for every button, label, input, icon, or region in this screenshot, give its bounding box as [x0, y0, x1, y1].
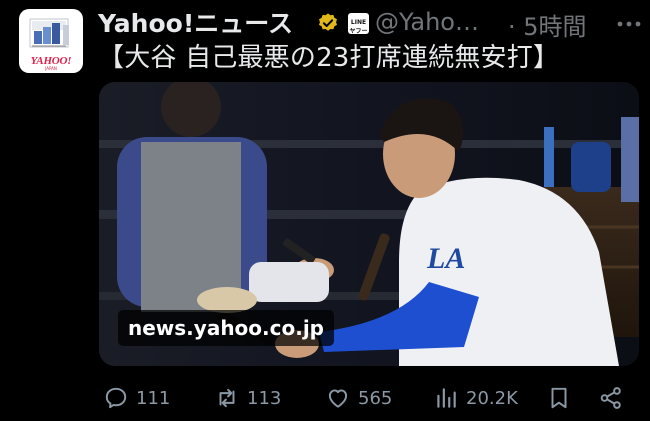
tweet-header: Yahoo!ニュース LINEヤフー @Yaho… · 5時間	[98, 4, 641, 41]
bookmark-button[interactable]	[546, 380, 579, 416]
views-button[interactable]: 20.2K	[433, 380, 518, 416]
affiliate-badge-text: LINEヤフー	[349, 19, 368, 35]
affiliate-badge[interactable]: LINEヤフー	[348, 13, 369, 35]
avatar[interactable]: YAHOO! JAPAN	[19, 9, 83, 73]
svg-text:LA: LA	[426, 242, 465, 275]
retweet-icon	[219, 388, 235, 408]
retweet-button[interactable]: 113	[214, 380, 281, 416]
reply-button[interactable]: 111	[103, 380, 170, 416]
account-handle[interactable]: @Yaho…	[375, 8, 479, 36]
heart-icon	[328, 389, 348, 408]
share-button[interactable]	[598, 380, 624, 416]
verified-badge-icon	[319, 13, 337, 31]
retweet-count: 113	[247, 387, 282, 409]
reply-count: 111	[136, 387, 171, 409]
link-domain-badge[interactable]: news.yahoo.co.jp	[118, 310, 334, 346]
bookmark-icon	[551, 387, 567, 409]
tweet-actions: 111 113 565 20.2K	[98, 380, 638, 416]
display-name[interactable]: Yahoo!ニュース	[98, 4, 293, 40]
like-button[interactable]: 565	[325, 380, 392, 416]
reply-icon	[105, 387, 127, 409]
avatar-logo-sub: JAPAN	[45, 66, 57, 71]
view-count: 20.2K	[466, 387, 518, 409]
news-logo-icon	[29, 18, 69, 48]
like-count: 565	[358, 387, 393, 409]
tweet-text: 【大谷 自己最悪の23打席連続無安打】	[98, 43, 560, 73]
share-icon	[600, 387, 621, 409]
analytics-icon	[437, 388, 456, 408]
more-options-icon[interactable]	[615, 12, 643, 36]
